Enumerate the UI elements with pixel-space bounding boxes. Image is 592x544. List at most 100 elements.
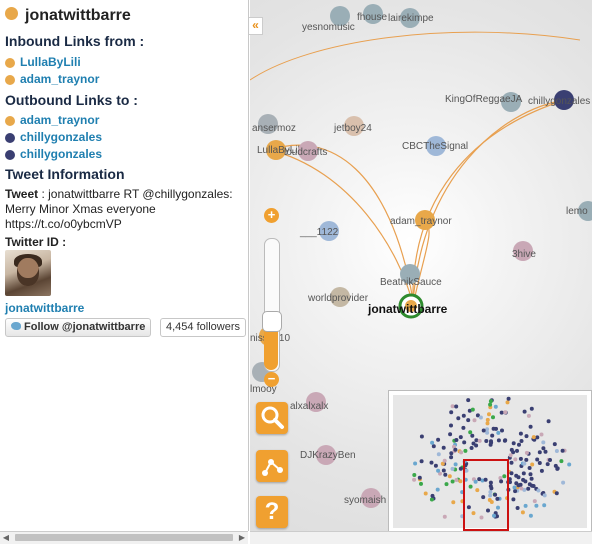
minimap-viewport[interactable] xyxy=(463,459,509,531)
minimap-node xyxy=(509,471,514,476)
minimap-node xyxy=(500,428,504,433)
minimap-node xyxy=(429,460,434,465)
minimap-node xyxy=(528,472,533,477)
focus-node[interactable]: jonatwittbarre xyxy=(367,293,448,319)
scrollbar-thumb[interactable] xyxy=(15,534,233,541)
node-title: jonatwittbarre xyxy=(5,7,131,25)
minimap-node xyxy=(561,480,566,485)
minimap-node xyxy=(537,461,542,465)
graph-scrollbar[interactable] xyxy=(250,531,592,544)
minimap-node xyxy=(509,460,514,465)
minimap-node xyxy=(567,462,572,467)
search-button[interactable] xyxy=(256,402,288,434)
minimap-node xyxy=(559,459,564,464)
minimap-node xyxy=(529,406,534,411)
node-label: syomaish xyxy=(344,495,386,506)
minimap-node xyxy=(524,457,529,462)
minimap-node xyxy=(450,479,455,484)
graph-node[interactable]: ansermoz xyxy=(252,114,296,134)
minimap-node xyxy=(513,457,518,462)
zoom-slider-thumb[interactable] xyxy=(262,311,282,332)
graph-node[interactable]: KingOfReggaeJA xyxy=(445,92,523,112)
node-label: chillygonzales xyxy=(528,96,590,107)
minimap-canvas xyxy=(393,395,587,531)
inbound-link-label[interactable]: adam_traynor xyxy=(20,72,99,86)
username-link[interactable]: jonatwittbarre xyxy=(5,301,84,315)
graph-node[interactable]: worldprovider xyxy=(307,287,369,307)
node-title-text: jonatwittbarre xyxy=(25,7,131,24)
minimap-node xyxy=(555,466,560,471)
minimap-node xyxy=(444,482,449,487)
zoom-out-button[interactable]: − xyxy=(264,372,279,387)
inbound-link[interactable]: LullaByLili xyxy=(5,55,81,69)
graph-node[interactable]: 3hive xyxy=(512,241,536,261)
minimap-node xyxy=(436,437,441,442)
help-button[interactable]: ? xyxy=(256,496,288,528)
outbound-link-label[interactable]: chillygonzales xyxy=(20,130,102,144)
graph-node[interactable]: adam_traynor xyxy=(390,210,452,230)
outbound-link-label[interactable]: adam_traynor xyxy=(20,113,99,127)
minimap-node xyxy=(417,475,422,480)
graph-node[interactable]: jetboy24 xyxy=(333,116,372,136)
minimap-node xyxy=(523,479,528,484)
minimap-node xyxy=(412,473,417,477)
scroll-left-icon[interactable]: ◀ xyxy=(0,532,12,544)
graph-node[interactable]: loudcrafts xyxy=(284,141,327,161)
minimap-node xyxy=(435,487,440,492)
outbound-link[interactable]: chillygonzales xyxy=(5,147,102,161)
inbound-link[interactable]: adam_traynor xyxy=(5,72,99,86)
outbound-link[interactable]: adam_traynor xyxy=(5,113,99,127)
graph-node[interactable]: syomaish xyxy=(344,488,386,508)
zoom-slider-fill xyxy=(264,330,278,370)
graph-node[interactable]: lemo xyxy=(566,201,592,221)
minimap-node xyxy=(528,513,533,518)
minimap-node xyxy=(512,485,517,490)
node-label: jetboy24 xyxy=(333,123,372,134)
graph-node[interactable]: ___1122 xyxy=(299,221,339,241)
scroll-right-icon[interactable]: ▶ xyxy=(236,532,248,544)
avatar[interactable] xyxy=(5,250,51,296)
follow-button[interactable]: Follow @jonatwittbarre xyxy=(5,318,152,337)
inbound-link-label[interactable]: LullaByLili xyxy=(20,55,81,69)
zoom-in-button[interactable]: + xyxy=(264,208,279,223)
layout-button[interactable] xyxy=(256,450,288,482)
node-label: KingOfReggaeJA xyxy=(445,94,523,105)
graph-node[interactable]: lairekimpe xyxy=(388,8,434,28)
minimap-node xyxy=(447,474,452,479)
graph-node[interactable]: alxalxalx xyxy=(290,392,328,412)
graph-node[interactable]: CBCTheSignal xyxy=(402,136,468,156)
minimap-node xyxy=(485,417,490,422)
minimap-node xyxy=(450,466,455,471)
minimap-node xyxy=(430,493,435,498)
minimap-node xyxy=(522,409,527,414)
tweet-text: Tweet : jonatwittbarre RT @chillygonzale… xyxy=(5,187,243,232)
minimap-node xyxy=(539,468,544,473)
avatar-face xyxy=(17,258,39,286)
minimap-node xyxy=(536,488,541,493)
minimap-node xyxy=(487,412,491,417)
minimap-node xyxy=(485,421,490,426)
graph-node[interactable]: yesnomusic xyxy=(302,6,355,33)
collapse-panel-button[interactable]: « xyxy=(249,17,263,35)
minimap-node xyxy=(524,434,529,439)
panel-scrollbar[interactable]: ◀ ▶ xyxy=(0,531,248,544)
node-label: yesnomusic xyxy=(302,22,355,33)
follow-button-label: Follow @jonatwittbarre xyxy=(24,321,146,333)
minimap-node xyxy=(515,506,520,510)
minimap-node xyxy=(529,476,534,481)
minimap-node xyxy=(542,493,547,498)
tweet-body: : jonatwittbarre RT @chillygonzales: Mer… xyxy=(5,187,233,231)
minimap-node xyxy=(454,438,459,442)
minimap-node xyxy=(442,514,447,519)
minimap-node xyxy=(520,510,525,515)
minimap-node xyxy=(419,459,424,464)
outbound-link-label[interactable]: chillygonzales xyxy=(20,147,102,161)
graph-node[interactable]: fhouse xyxy=(357,4,387,24)
minimap[interactable] xyxy=(388,390,592,533)
minimap-node xyxy=(530,462,535,467)
graph-node[interactable]: DJKrazyBen xyxy=(300,445,356,465)
graph-node[interactable]: BeatnikSauce xyxy=(380,264,442,288)
outbound-link[interactable]: chillygonzales xyxy=(5,130,102,144)
minimap-node xyxy=(554,449,559,453)
minimap-node xyxy=(542,503,547,508)
